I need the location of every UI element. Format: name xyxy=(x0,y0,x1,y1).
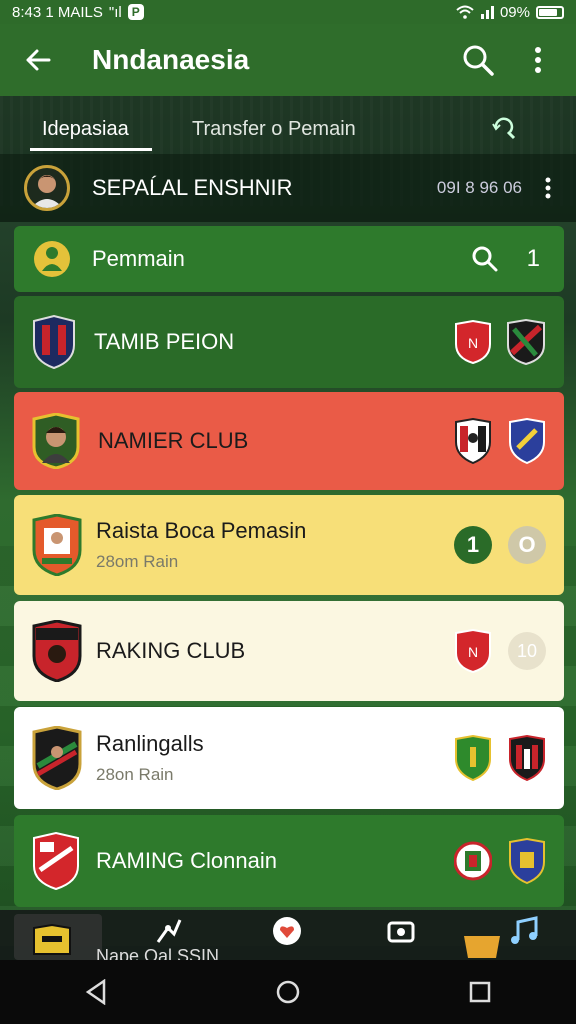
row-label: RAKING CLUB xyxy=(96,638,246,663)
tab-refresh-search-button[interactable] xyxy=(488,112,518,147)
row-label: TAMIB PEION xyxy=(94,329,235,354)
row-subtitle: 28om Rain xyxy=(96,552,179,571)
nav-home-icon[interactable] xyxy=(275,979,301,1005)
camera-icon[interactable] xyxy=(386,916,416,946)
search-button[interactable] xyxy=(458,40,498,80)
player-avatar xyxy=(24,165,70,211)
club-crest-icon xyxy=(454,841,492,881)
back-arrow-icon xyxy=(26,49,51,71)
row-label: RAMING Clonnain xyxy=(96,848,277,873)
badge-value: 10 xyxy=(516,640,538,661)
club-crest-icon xyxy=(455,735,491,781)
green-count-badge: 1 xyxy=(454,526,492,564)
heart-badge-icon[interactable] xyxy=(272,916,302,946)
badge-value: O xyxy=(518,532,536,557)
row-count: 1 xyxy=(526,245,540,272)
row-label: Ranlingalls xyxy=(96,731,204,756)
list-item-tamib-peion[interactable]: TAMIB PEION N xyxy=(14,296,564,388)
club-crest-icon xyxy=(33,832,79,890)
club-crest-icon xyxy=(509,838,545,884)
bottom-tab-bar: Nape Oal SSIN xyxy=(0,910,576,966)
bottom-tab-profile[interactable] xyxy=(14,914,102,960)
featured-player-name: SEPAĹAL ENSHNIR xyxy=(92,175,293,200)
list-item-raming-clonnain[interactable]: RAMING Clonnain xyxy=(14,815,564,907)
club-crest-icon xyxy=(32,514,82,576)
club-crest-icon: N xyxy=(455,629,491,673)
player-silhouette-icon xyxy=(34,241,70,277)
row-label: Raista Boca Pemasin xyxy=(96,518,307,543)
app-bar: Nndanaesia xyxy=(0,24,576,96)
system-navigation-bar xyxy=(0,960,576,1024)
active-tab-indicator xyxy=(30,148,152,151)
refresh-search-icon xyxy=(492,117,516,140)
club-crest-icon xyxy=(455,418,491,464)
club-crest-icon xyxy=(509,418,545,464)
tab-transfer-pemain[interactable]: Transfer o Pemain xyxy=(192,118,356,141)
nav-back-icon[interactable] xyxy=(84,979,108,1005)
list-item-ranlingalls[interactable]: Ranlingalls 28on Rain xyxy=(14,707,564,809)
tactics-icon[interactable] xyxy=(154,916,184,946)
featured-score: 09I 8 96 06 xyxy=(436,178,522,197)
row-label: NAMIER CLUB xyxy=(98,428,249,453)
trophy-icon[interactable] xyxy=(462,928,502,958)
club-crest-icon xyxy=(33,315,75,369)
row-subtitle: 28on Rain xyxy=(96,765,174,784)
battery-icon xyxy=(536,5,564,19)
more-vertical-icon[interactable] xyxy=(544,177,552,199)
status-time: 8:43 1 MAILS xyxy=(12,3,103,21)
club-crest-icon xyxy=(509,735,545,781)
club-crest-icon xyxy=(33,924,71,955)
more-vertical-icon xyxy=(535,47,541,73)
club-crest-icon: N xyxy=(455,320,491,364)
badge-value: 1 xyxy=(466,532,480,557)
player-portrait-icon xyxy=(32,413,80,469)
grey-count-badge: O xyxy=(508,526,546,564)
overflow-menu-button[interactable] xyxy=(518,40,558,80)
list-item-raista-boca-pemasin[interactable]: Raista Boca Pemasin 28om Rain 1 O xyxy=(14,495,564,595)
back-button[interactable] xyxy=(18,40,58,80)
search-icon[interactable] xyxy=(471,245,499,273)
list-item-pemmain[interactable]: Pemmain 1 xyxy=(14,226,564,292)
club-crest-icon xyxy=(32,620,82,682)
cell-signal-icon xyxy=(480,6,494,19)
music-icon[interactable] xyxy=(508,914,542,948)
tab-idepasiaa[interactable]: Idepasiaa xyxy=(42,118,129,141)
row-label: Pemmain xyxy=(92,246,185,271)
svg-text:N: N xyxy=(468,335,478,351)
list-item-namier-club[interactable]: NAMIER CLUB xyxy=(14,392,564,490)
status-bar: 8:43 1 MAILS "ıl P 09% xyxy=(0,0,576,24)
signal-indicator: "ıl xyxy=(108,3,122,21)
wifi-icon xyxy=(456,5,474,19)
app-title: Nndanaesia xyxy=(92,44,250,75)
grey-count-badge: 10 xyxy=(508,632,546,670)
app-notification-badge: P xyxy=(127,4,144,20)
nav-recents-icon[interactable] xyxy=(468,980,492,1004)
svg-text:N: N xyxy=(468,644,478,660)
featured-player-row[interactable]: SEPAĹAL ENSHNIR 09I 8 96 06 xyxy=(0,154,576,222)
list-item-raking-club[interactable]: RAKING CLUB N 10 xyxy=(14,601,564,701)
club-crest-icon xyxy=(507,319,545,365)
search-icon xyxy=(463,45,494,76)
club-crest-icon xyxy=(32,726,82,790)
battery-percent: 09% xyxy=(499,3,530,21)
